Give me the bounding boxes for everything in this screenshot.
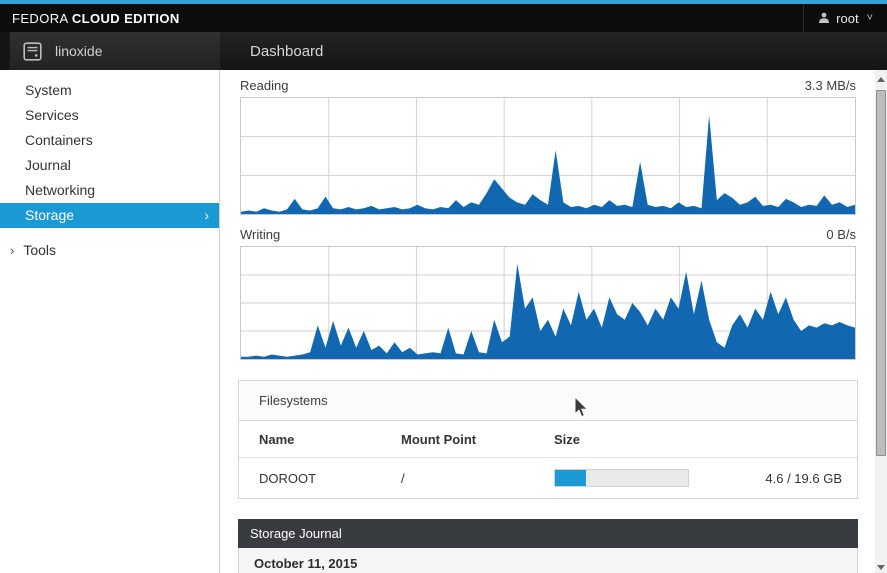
filesystems-table: Name Mount Point Size DOROOT / 4.6 / 19.…: [239, 421, 857, 498]
filesystems-panel: Filesystems Name Mount Point Size DOROOT…: [238, 380, 858, 499]
fs-size-label: 4.6 / 19.6 GB: [694, 458, 857, 499]
sidebar-item-networking[interactable]: Networking: [0, 178, 219, 203]
masthead: FEDORA CLOUD EDITION root ˅: [0, 4, 887, 32]
chevron-down-icon: ˅: [867, 12, 873, 24]
scroll-up-icon[interactable]: [877, 77, 885, 82]
column-header-name: Name: [239, 421, 401, 458]
fs-mount-point: /: [401, 458, 554, 499]
sidebar-item-journal[interactable]: Journal: [0, 153, 219, 178]
content-area: System Services Containers Journal Netwo…: [0, 70, 887, 573]
storage-journal-title: Storage Journal: [238, 519, 858, 548]
reading-chart-title: Reading: [240, 78, 288, 93]
server-icon: [23, 42, 42, 61]
sidebar-item-label: Tools: [23, 238, 56, 263]
sidebar-item-label: Storage: [25, 203, 74, 228]
writing-rate-value: 0 B/s: [826, 227, 856, 242]
host-selector[interactable]: linoxide: [0, 32, 220, 70]
chevron-right-icon: ›: [10, 238, 14, 263]
column-header-size: Size: [554, 421, 694, 458]
page-title: Dashboard: [250, 43, 323, 60]
usage-bar-fill: [555, 470, 586, 486]
usage-bar-track: [554, 469, 689, 487]
brand-title: FEDORA CLOUD EDITION: [12, 11, 180, 26]
table-row[interactable]: DOROOT / 4.6 / 19.6 GB: [239, 458, 857, 499]
sidebar-item-containers[interactable]: Containers: [0, 128, 219, 153]
column-header-mount-point: Mount Point: [401, 421, 554, 458]
sidebar-item-system[interactable]: System: [0, 78, 219, 103]
fs-name: DOROOT: [239, 458, 401, 499]
sidebar-item-services[interactable]: Services: [0, 103, 219, 128]
reading-chart: [240, 97, 856, 215]
user-menu[interactable]: root ˅: [803, 4, 887, 32]
user-name: root: [836, 11, 858, 26]
chevron-right-icon: ›: [204, 203, 209, 228]
column-header-spacer: [694, 421, 857, 458]
brand-prefix: FEDORA: [12, 11, 72, 26]
writing-chart-labels: Writing 0 B/s: [240, 227, 856, 242]
filesystems-header-row: Name Mount Point Size: [239, 421, 857, 458]
sidebar-item-tools[interactable]: › Tools: [0, 238, 219, 263]
host-name: linoxide: [55, 43, 102, 59]
sub-header: linoxide Dashboard: [0, 32, 887, 70]
scroll-down-icon[interactable]: [877, 565, 885, 570]
fs-usage-bar: [554, 458, 694, 499]
sidebar-item-storage[interactable]: Storage ›: [0, 203, 219, 228]
scrollbar-thumb[interactable]: [876, 90, 886, 456]
reading-rate-value: 3.3 MB/s: [805, 78, 856, 93]
user-icon: [818, 12, 830, 24]
journal-date-header: October 11, 2015: [238, 548, 858, 573]
filesystems-panel-title: Filesystems: [239, 381, 857, 421]
vertical-scrollbar[interactable]: [875, 70, 887, 573]
brand-bold: CLOUD EDITION: [72, 11, 180, 26]
main-panel: Reading 3.3 MB/s Writing 0 B/s Filesyste…: [220, 70, 887, 573]
page-header: Dashboard: [220, 32, 887, 70]
writing-chart: [240, 246, 856, 360]
sidebar-nav: System Services Containers Journal Netwo…: [0, 70, 220, 573]
reading-chart-labels: Reading 3.3 MB/s: [240, 78, 856, 93]
writing-chart-title: Writing: [240, 227, 280, 242]
storage-journal-panel: Storage Journal October 11, 2015: [238, 519, 858, 573]
